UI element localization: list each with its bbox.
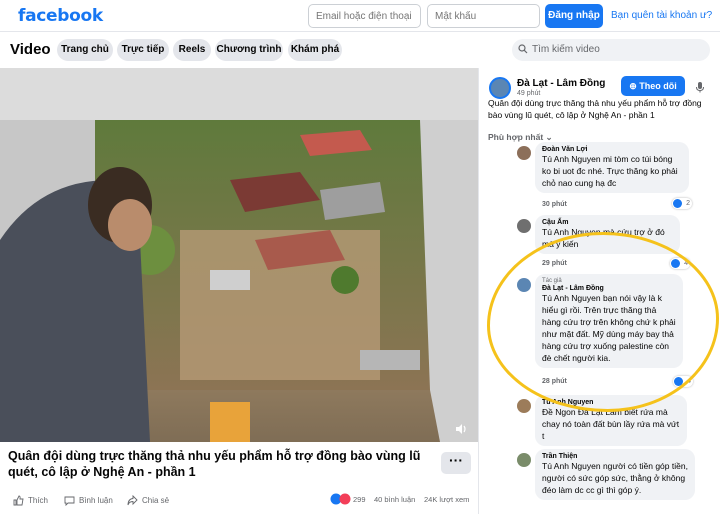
comment-time[interactable]: 29 phút bbox=[542, 260, 567, 267]
video-search-input[interactable]: Tìm kiếm video bbox=[512, 39, 710, 61]
video-actions-bar: Thích Bình luận Chia sẻ 299 40 bình luận… bbox=[0, 488, 478, 514]
follow-icon: ⊕ bbox=[629, 81, 640, 91]
tab-live[interactable]: Trực tiếp bbox=[117, 39, 169, 61]
comment-text: Tú Anh Nguyen bạn nói vậy là k hiểu gì r… bbox=[542, 293, 676, 363]
reaction-icons[interactable] bbox=[330, 493, 352, 507]
comment-label: Bình luận bbox=[79, 496, 113, 505]
thumbs-up-icon bbox=[13, 495, 24, 506]
commenter-avatar[interactable] bbox=[517, 399, 531, 413]
page-avatar[interactable] bbox=[489, 77, 511, 99]
follow-button[interactable]: ⊕ Theo dõi bbox=[621, 76, 685, 96]
like-label: Thích bbox=[28, 496, 49, 505]
video-frame[interactable] bbox=[0, 120, 478, 442]
follow-label: Theo dõi bbox=[639, 81, 677, 91]
comment-text: Tú Anh Nguyen mà cứu trợ ở đó mà ý kiến bbox=[542, 227, 665, 249]
video-title: Quân đội dùng trực thăng thả nhu yếu phẩ… bbox=[8, 449, 421, 479]
comment-bubble: Cậu Ấm Tú Anh Nguyen mà cứu trợ ở đó mà … bbox=[535, 215, 680, 254]
commenter-avatar[interactable] bbox=[517, 146, 531, 160]
comment-text: Tú Anh Nguyen người có tiền góp tiền, ng… bbox=[542, 461, 688, 495]
page-title: Video bbox=[10, 41, 51, 58]
tab-reels[interactable]: Reels bbox=[173, 39, 211, 61]
comment-text: Đề Ngon Đà Lạt Lâm biết rứa mà chay nó t… bbox=[542, 407, 680, 441]
video-player[interactable] bbox=[0, 68, 478, 442]
comment-bubble: Đoàn Văn Lợi Tú Anh Nguyen mi tòm co túi… bbox=[535, 142, 689, 193]
comment-count[interactable]: 40 bình luận bbox=[374, 495, 415, 504]
share-label: Chia sẻ bbox=[142, 496, 170, 505]
comment-button[interactable]: Bình luận bbox=[64, 495, 113, 506]
video-nav: Video Trang chủ Trực tiếp Reels Chương t… bbox=[0, 32, 720, 68]
more-options-button[interactable]: ··· bbox=[441, 452, 471, 474]
comment-time[interactable]: 28 phút bbox=[542, 378, 567, 385]
comment-bubble: Trần Thiện Tú Anh Nguyen người có tiền g… bbox=[535, 449, 695, 500]
commenter-avatar[interactable] bbox=[517, 453, 531, 467]
volume-icon[interactable] bbox=[454, 422, 468, 436]
comment-like-count[interactable]: 4 bbox=[670, 258, 690, 269]
commenter-name[interactable]: Cậu Ấm bbox=[542, 219, 673, 226]
commenter-name[interactable]: Đà Lạt - Lâm Đồng bbox=[542, 285, 676, 292]
comment-like-count[interactable]: 2 bbox=[672, 198, 692, 209]
comment-time[interactable]: 30 phút bbox=[542, 201, 567, 208]
comment-bubble: Tác giả Đà Lạt - Lâm Đồng Tú Anh Nguyen … bbox=[535, 274, 683, 368]
forgot-account-link[interactable]: Bạn quên tài khoản ư? bbox=[611, 10, 712, 21]
microphone-icon[interactable] bbox=[694, 81, 706, 93]
commenter-avatar[interactable] bbox=[517, 278, 531, 292]
view-count: 24K lượt xem bbox=[424, 495, 470, 504]
top-bar: facebook Đăng nhập Bạn quên tài khoản ư? bbox=[0, 0, 720, 32]
author-badge: Tác giả bbox=[542, 278, 562, 284]
video-still-image bbox=[0, 120, 478, 442]
login-button[interactable]: Đăng nhập bbox=[545, 4, 603, 28]
comment-icon bbox=[64, 496, 75, 506]
commenter-name[interactable]: Tú Anh Nguyen bbox=[542, 399, 680, 406]
share-icon bbox=[127, 495, 138, 506]
video-title-area: Quân đội dùng trực thăng thả nhu yếu phẩ… bbox=[0, 442, 478, 488]
password-field[interactable] bbox=[427, 4, 540, 28]
post-time[interactable]: 49 phút bbox=[517, 90, 540, 97]
comment-text: Tú Anh Nguyen mi tòm co túi bóng ko bi u… bbox=[542, 154, 678, 188]
tab-explore[interactable]: Khám phá bbox=[288, 39, 342, 61]
comments-panel: Đà Lạt - Lâm Đồng 49 phút ⊕ Theo dõi Quâ… bbox=[478, 68, 720, 514]
tab-shows[interactable]: Chương trình bbox=[215, 39, 283, 61]
page-name[interactable]: Đà Lạt - Lâm Đồng bbox=[517, 78, 605, 89]
share-button[interactable]: Chia sẻ bbox=[127, 495, 169, 506]
post-text: Quân đội dùng trực thăng thả nhu yếu phẩ… bbox=[488, 98, 702, 120]
like-love-reaction-icon bbox=[330, 493, 351, 505]
commenter-name[interactable]: Trần Thiện bbox=[542, 453, 688, 460]
reaction-count[interactable]: 299 bbox=[353, 495, 366, 504]
search-placeholder: Tìm kiếm video bbox=[532, 44, 600, 55]
tab-home[interactable]: Trang chủ bbox=[57, 39, 113, 61]
comment-bubble: Tú Anh Nguyen Đề Ngon Đà Lạt Lâm biết rứ… bbox=[535, 395, 687, 446]
email-field[interactable] bbox=[308, 4, 421, 28]
like-button[interactable]: Thích bbox=[13, 495, 48, 506]
search-icon bbox=[518, 44, 528, 54]
comment-like-count[interactable]: 4 bbox=[673, 376, 693, 387]
facebook-logo[interactable]: facebook bbox=[18, 6, 103, 26]
commenter-name[interactable]: Đoàn Văn Lợi bbox=[542, 146, 682, 153]
commenter-avatar[interactable] bbox=[517, 219, 531, 233]
